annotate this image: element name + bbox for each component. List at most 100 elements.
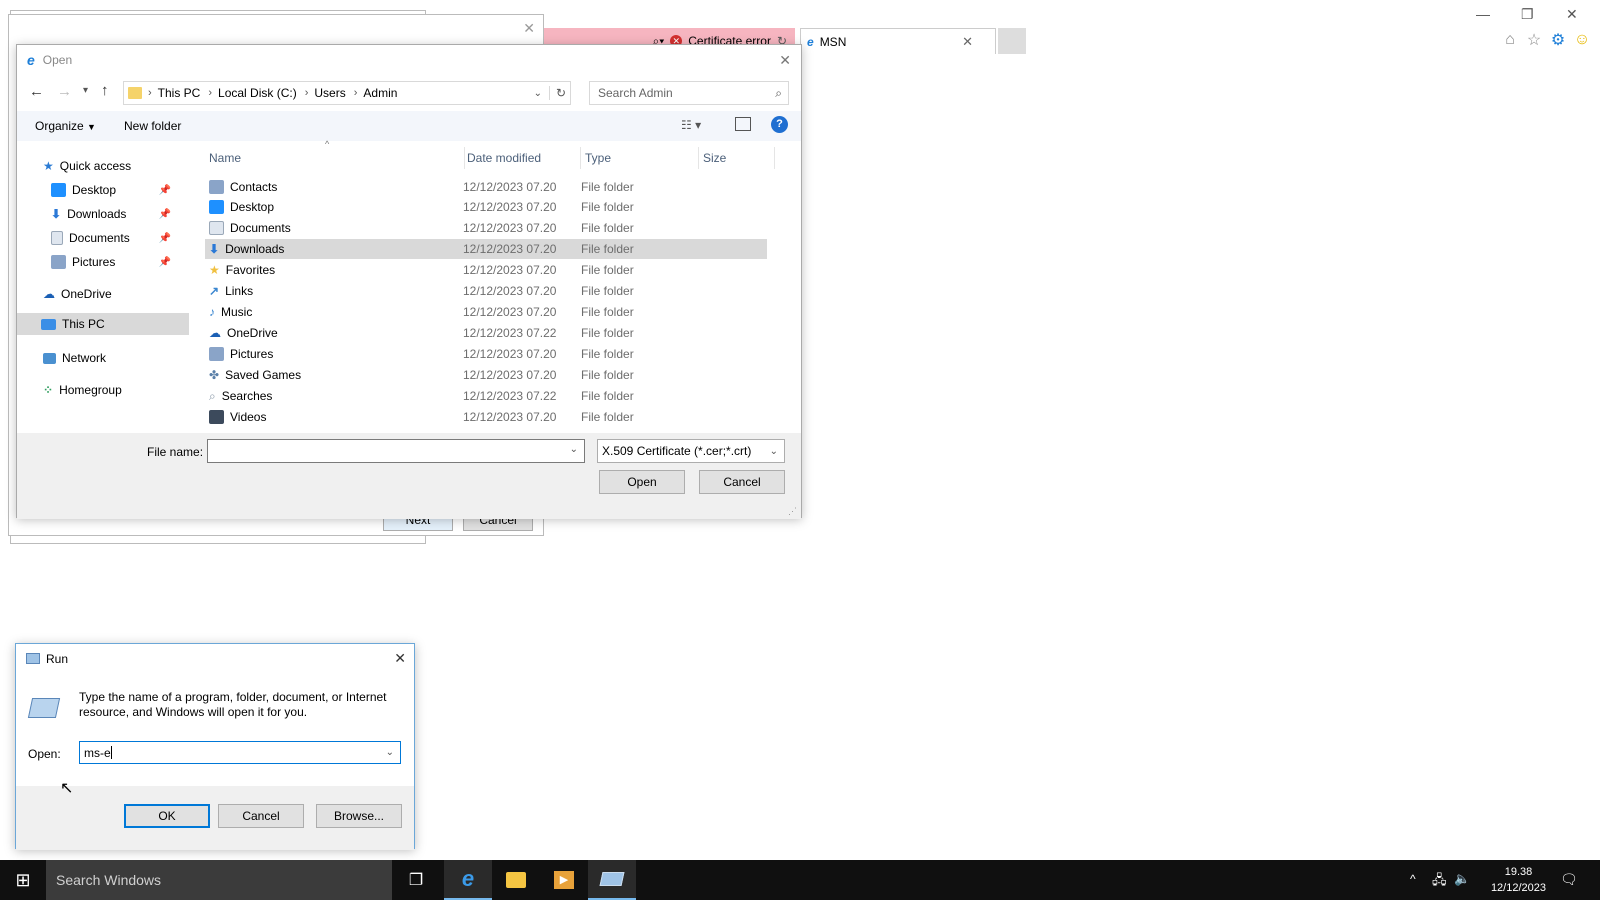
run-dialog: Run ✕ Type the name of a program, folder… xyxy=(15,643,415,850)
chevron-down-icon[interactable]: ⌄ xyxy=(386,747,394,758)
tab-msn[interactable]: e MSN ✕ xyxy=(800,28,996,54)
taskbar: ⊞ Search Windows ❐ e ▶ ^ 🖧 🔈 19.38 12/12… xyxy=(0,860,1600,900)
refresh-icon[interactable]: ↻ xyxy=(548,86,566,100)
preview-pane-icon[interactable] xyxy=(735,117,751,131)
pin-icon[interactable]: 📌 xyxy=(159,257,171,268)
feedback-smiley-icon[interactable]: ☺ xyxy=(1572,30,1592,50)
run-footer: ↖ OK Cancel Browse... xyxy=(16,780,414,850)
address-bar[interactable]: › This PC › Local Disk (C:) › Users › Admin… xyxy=(123,81,571,105)
file-type-select[interactable]: X.509 Certificate (*.cer;*.crt) ⌄ xyxy=(597,439,785,463)
view-options-icon[interactable]: ☷ ▾ xyxy=(681,118,701,132)
settings-gear-icon[interactable]: ⚙ xyxy=(1548,30,1568,50)
run-app-icon[interactable] xyxy=(588,860,636,900)
cancel-button[interactable]: Cancel xyxy=(218,804,304,828)
file-row[interactable]: Pictures 12/12/2023 07.20 File folder xyxy=(205,344,767,364)
column-header-date[interactable]: Date modified xyxy=(463,147,581,169)
favorites-star-icon[interactable]: ☆ xyxy=(1524,30,1544,50)
ie-logo-icon: e xyxy=(27,52,35,68)
new-tab-button[interactable] xyxy=(998,28,1026,54)
nav-item-documents[interactable]: Documents 📌 xyxy=(51,227,171,249)
address-dropdown-icon[interactable]: ⌄ xyxy=(534,88,542,99)
close-tab-icon[interactable]: ✕ xyxy=(962,34,973,50)
nav-item-homegroup[interactable]: ⁘ Homegroup xyxy=(43,379,122,401)
nav-item-network[interactable]: Network xyxy=(43,347,106,369)
file-name-input[interactable]: ⌄ xyxy=(207,439,585,463)
clock-date: 12/12/2023 xyxy=(1490,882,1546,894)
nav-item-quick-access[interactable]: ★ Quick access xyxy=(43,155,131,177)
pin-icon[interactable]: 📌 xyxy=(159,185,171,196)
file-row[interactable]: Videos 12/12/2023 07.20 File folder xyxy=(205,407,767,427)
documents-folder-icon xyxy=(209,221,224,235)
file-row[interactable]: ↗ Links 12/12/2023 07.20 File folder xyxy=(205,281,767,301)
desktop-folder-icon xyxy=(209,200,224,214)
nav-item-onedrive[interactable]: ☁ OneDrive xyxy=(43,283,112,305)
close-icon[interactable]: ✕ xyxy=(523,20,535,37)
dialog-title: Open xyxy=(42,53,73,67)
start-windows-icon[interactable]: ⊞ xyxy=(0,860,46,900)
file-explorer-icon[interactable] xyxy=(492,860,540,900)
breadcrumb-users[interactable]: Users › xyxy=(314,86,357,100)
open-button[interactable]: Open xyxy=(599,470,685,494)
nav-item-desktop[interactable]: Desktop 📌 xyxy=(51,179,171,201)
music-note-icon: ♪ xyxy=(209,305,215,319)
volume-muted-icon[interactable]: 🔈 xyxy=(1454,871,1470,887)
column-header-type[interactable]: Type xyxy=(581,147,699,169)
search-input[interactable]: Search Admin ⌕ xyxy=(589,81,789,105)
file-row-selected[interactable]: ⬇ Downloads 12/12/2023 07.20 File folder xyxy=(205,239,767,259)
file-row[interactable]: Contacts 12/12/2023 07.20 File folder xyxy=(205,177,767,197)
back-arrow-icon[interactable]: ← xyxy=(29,83,44,100)
file-row[interactable]: ☁ OneDrive 12/12/2023 07.22 File folder xyxy=(205,323,767,343)
close-icon[interactable]: ✕ xyxy=(394,650,406,667)
help-icon[interactable]: ? xyxy=(771,116,788,133)
up-arrow-icon[interactable]: ↑ xyxy=(101,82,109,99)
download-arrow-icon: ⬇ xyxy=(209,242,220,256)
network-status-icon[interactable]: 🖧 xyxy=(1432,871,1447,893)
column-header-name[interactable]: Name xyxy=(205,147,465,169)
cancel-button[interactable]: Cancel xyxy=(699,470,785,494)
file-row[interactable]: ✤ Saved Games 12/12/2023 07.20 File folde… xyxy=(205,365,767,385)
media-player-icon[interactable]: ▶ xyxy=(540,860,588,900)
task-view-icon[interactable]: ❐ xyxy=(392,860,440,900)
close-window-icon[interactable]: ✕ xyxy=(1566,6,1578,23)
show-hidden-icons-chevron-icon[interactable]: ^ xyxy=(1410,872,1416,886)
file-row[interactable]: ♪ Music 12/12/2023 07.20 File folder xyxy=(205,302,767,322)
pin-icon[interactable]: 📌 xyxy=(159,233,171,244)
minimize-icon[interactable]: — xyxy=(1476,6,1490,22)
contacts-folder-icon xyxy=(209,180,224,194)
search-icon: ⌕ xyxy=(775,85,782,100)
forward-arrow-icon[interactable]: → xyxy=(57,83,72,100)
taskbar-search-input[interactable]: Search Windows xyxy=(46,860,392,900)
run-description: Type the name of a program, folder, docu… xyxy=(79,690,387,719)
restore-icon[interactable]: ❐ xyxy=(1521,6,1534,23)
browse-button[interactable]: Browse... xyxy=(316,804,402,828)
organize-button[interactable]: Organize ▼ xyxy=(35,119,96,133)
pin-icon[interactable]: 📌 xyxy=(159,209,171,220)
ok-button[interactable]: OK xyxy=(124,804,210,828)
file-name-label: File name: xyxy=(147,445,204,459)
close-icon[interactable]: ✕ xyxy=(779,52,791,69)
nav-item-this-pc[interactable]: This PC xyxy=(17,313,189,335)
tab-label: MSN xyxy=(819,34,847,49)
resize-grip-icon[interactable]: ⋰ xyxy=(788,506,797,517)
column-header-size[interactable]: Size xyxy=(699,147,775,169)
home-icon[interactable]: ⌂ xyxy=(1500,30,1520,50)
action-center-icon[interactable]: 🗨 xyxy=(1560,871,1578,888)
run-command-input[interactable]: ms-e ⌄ xyxy=(79,741,401,764)
nav-item-pictures[interactable]: Pictures 📌 xyxy=(51,251,171,273)
breadcrumb-admin[interactable]: Admin xyxy=(363,86,397,100)
pictures-icon xyxy=(51,255,66,269)
breadcrumb-this-pc[interactable]: This PC › xyxy=(158,86,212,100)
internet-explorer-icon[interactable]: e xyxy=(444,860,492,900)
breadcrumb-local-disk[interactable]: Local Disk (C:) › xyxy=(218,86,308,100)
system-clock[interactable]: 19.38 12/12/2023 xyxy=(1491,864,1546,896)
file-row[interactable]: ⌕ Searches 12/12/2023 07.22 File folder xyxy=(205,386,767,406)
chevron-down-icon[interactable]: ⌄ xyxy=(570,444,578,455)
file-row[interactable]: Documents 12/12/2023 07.20 File folder xyxy=(205,218,767,238)
file-row[interactable]: Desktop 12/12/2023 07.20 File folder xyxy=(205,197,767,217)
file-row[interactable]: ★ Favorites 12/12/2023 07.20 File folder xyxy=(205,260,767,280)
pictures-icon xyxy=(209,347,224,361)
recent-locations-chevron-icon[interactable]: ▾ xyxy=(83,85,88,96)
nav-item-downloads[interactable]: ⬇ Downloads 📌 xyxy=(51,203,171,225)
new-folder-button[interactable]: New folder xyxy=(124,119,181,133)
run-program-icon xyxy=(27,698,61,718)
